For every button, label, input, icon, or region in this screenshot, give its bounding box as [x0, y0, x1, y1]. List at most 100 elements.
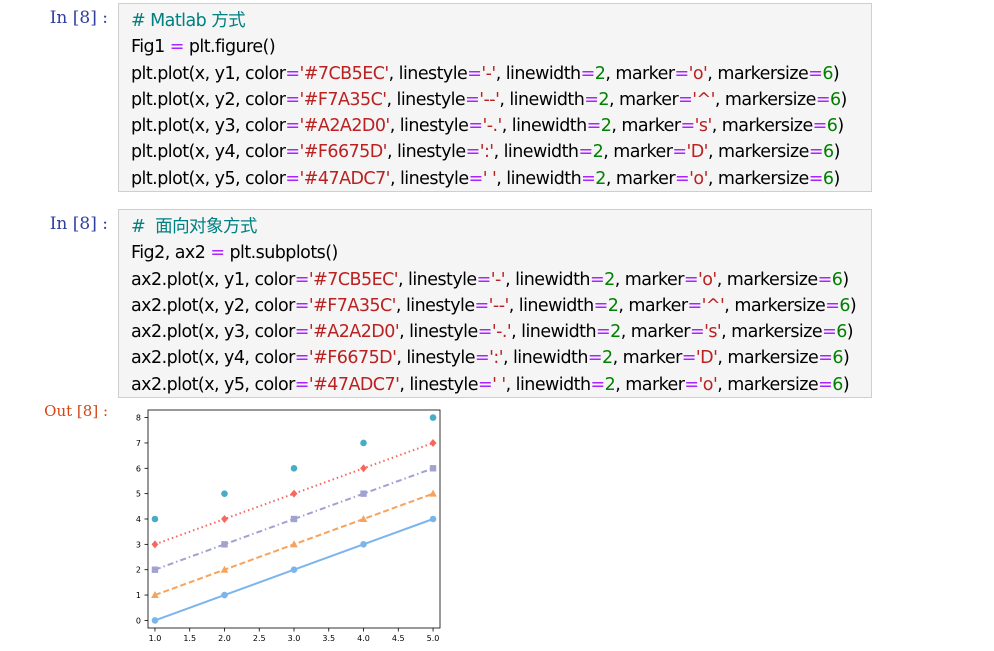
code-token: , linewidth — [496, 168, 582, 189]
code-token: ) — [840, 89, 848, 110]
code-token: = — [477, 322, 493, 343]
code-token: = — [596, 322, 611, 343]
code-line: plt.plot(x, y3, color='#A2A2D0', linesty… — [131, 113, 871, 139]
series-5-marker — [290, 465, 298, 472]
code-token: # 面向对象方式 — [131, 217, 257, 237]
code-token: , linewidth — [499, 89, 585, 110]
code-token: = — [468, 168, 484, 189]
code-token: plt.subplots() — [224, 243, 338, 264]
output-area: 1.0 1.5 2.0 2.5 3.0 3.5 4.0 4.5 5.0 0 1 2 3 4 5 6 7 8 — [118, 402, 448, 647]
code-token: = — [818, 374, 833, 395]
code-token: 2 — [610, 322, 621, 343]
x-tick-label: 1.0 — [149, 634, 162, 643]
code-token: = — [294, 269, 310, 290]
code-token: plt.plot(x, y2, color — [131, 89, 286, 110]
code-token: = — [294, 322, 310, 343]
series-5-marker — [429, 414, 437, 421]
code-token: , linewidth — [495, 63, 581, 84]
input-prompt-2: In [8] : — [49, 214, 108, 234]
code-token: Fig1 — [131, 37, 170, 58]
code-token: = — [468, 116, 483, 137]
code-token: , linewidth — [511, 322, 597, 343]
code-token: = — [675, 168, 690, 189]
code-token: = — [680, 116, 696, 137]
x-tick-label: 2.0 — [218, 634, 231, 643]
code-token: = — [818, 348, 833, 369]
output-prompt: Out [8] : — [44, 402, 108, 420]
code-token: , linestyle — [389, 168, 469, 189]
y-tick-label: 6 — [136, 464, 141, 473]
code-token: ) — [832, 63, 840, 84]
code-token: 's' — [694, 116, 713, 137]
code-token: '--' — [488, 295, 510, 316]
code-cell-1[interactable]: # Matlab 方式 Fig1 = plt.figure() plt.plot(x… — [118, 3, 872, 192]
code-token: 'D' — [686, 142, 709, 163]
x-tick-label: 4.0 — [357, 634, 370, 643]
code-token: = — [285, 63, 300, 84]
code-line: ax2.plot(x, y3, color='#A2A2D0', linesty… — [131, 319, 871, 345]
code-line: Fig1 = plt.figure() — [131, 34, 871, 60]
code-token: , marker — [618, 295, 688, 316]
code-token: , marker — [612, 348, 683, 369]
code-token: , linewidth — [508, 295, 594, 316]
code-token: , marker — [605, 63, 675, 84]
code-token: 6 — [822, 142, 834, 163]
code-token: 6 — [832, 374, 843, 395]
code-token: 6 — [829, 89, 841, 110]
y-tick-label: 0 — [136, 616, 141, 625]
code-token: = — [465, 142, 481, 163]
code-token: = — [584, 89, 599, 110]
code-token: , linewidth — [502, 348, 588, 369]
code-token: 6 — [822, 63, 833, 84]
code-token: '#7CB5EC' — [308, 269, 399, 290]
code-token: 6 — [839, 295, 850, 316]
code-token: = — [822, 322, 837, 343]
code-token: '#F6675D' — [308, 348, 397, 369]
code-token: ) — [842, 348, 850, 369]
code-token: 2 — [598, 89, 609, 110]
code-token: 2 — [594, 63, 606, 84]
code-line: plt.plot(x, y2, color='#F7A35C', linesty… — [131, 87, 871, 113]
code-token: = — [581, 168, 596, 189]
code-token: ) — [842, 269, 849, 290]
code-token: 6 — [831, 269, 843, 290]
code-token: = — [672, 142, 687, 163]
code-token: 2 — [592, 142, 604, 163]
code-token: '#A2A2D0' — [299, 116, 391, 137]
code-token: = — [285, 89, 300, 110]
code-token: = — [285, 168, 300, 189]
code-token: , markersize — [707, 142, 809, 163]
code-line: Fig2, ax2 = plt.subplots() — [131, 240, 871, 266]
code-token: ':' — [489, 348, 503, 369]
code-token: , marker — [608, 89, 679, 110]
y-tick-label: 8 — [136, 414, 141, 423]
series-5-marker — [151, 515, 159, 523]
code-token: , markersize — [707, 168, 809, 189]
code-token: = — [683, 269, 699, 290]
code-token: 'o' — [688, 63, 708, 84]
code-token: = — [474, 348, 490, 369]
code-token: 'o' — [689, 168, 708, 189]
code-line: ax2.plot(x, y2, color='#F7A35C', linesty… — [131, 293, 871, 319]
code-token: = — [689, 322, 705, 343]
code-token: = — [684, 374, 699, 395]
code-token: = — [815, 89, 831, 110]
series-3-marker — [221, 541, 228, 548]
code-token: , linestyle — [399, 374, 478, 395]
code-token: = — [681, 348, 697, 369]
code-token: '-' — [481, 63, 496, 84]
code-token: = — [674, 63, 689, 84]
code-token: = — [808, 168, 824, 189]
y-tick-label: 3 — [136, 540, 141, 549]
code-cell-2[interactable]: # 面向对象方式 Fig2, ax2 = plt.subplots() ax2.pl… — [118, 209, 872, 398]
code-token: = — [678, 89, 693, 110]
code-token: 6 — [836, 322, 847, 343]
code-token: '#A2A2D0' — [308, 322, 400, 343]
y-tick-label: 2 — [136, 566, 141, 575]
code-token: 6 — [822, 168, 834, 189]
series-5-marker — [360, 439, 367, 447]
x-tick-label: 1.5 — [183, 634, 196, 643]
code-token: 2 — [604, 374, 616, 395]
series-3-marker — [290, 515, 298, 523]
code-token: 6 — [826, 116, 838, 137]
